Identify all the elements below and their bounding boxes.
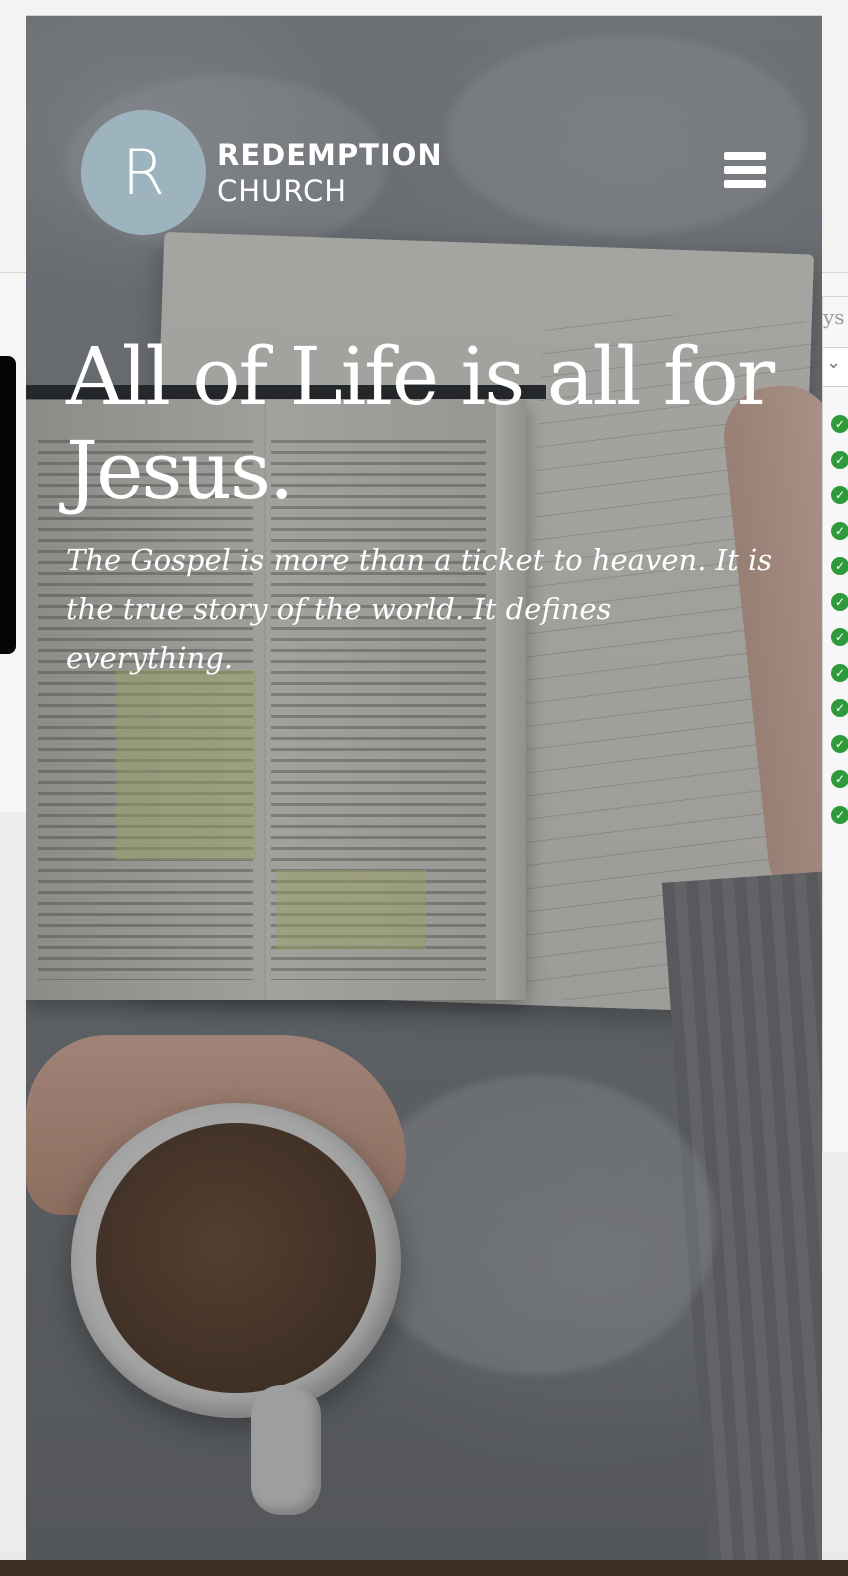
hero-image: [26, 15, 822, 1560]
hamburger-menu-icon[interactable]: [724, 150, 770, 190]
hero-subtitle: The Gospel is more than a ticket to heav…: [66, 543, 773, 675]
check-circle-icon: ✓: [831, 415, 848, 433]
check-circle-icon: ✓: [831, 450, 848, 469]
browser-window: R REDEMPTION CHURCH All of Life is all f…: [26, 0, 822, 1560]
hero-title: All of Life is all for Jesus.: [66, 330, 775, 517]
check-circle-icon: ✓: [831, 486, 848, 504]
church-name-line2: CHURCH: [217, 174, 348, 208]
check-circle-icon: ✓: [831, 521, 848, 540]
device-bezel: [0, 356, 16, 654]
chevron-down-icon: ⌄: [826, 352, 842, 372]
check-circle-icon: ✓: [831, 805, 848, 824]
background-bottom-strip: [0, 1560, 848, 1576]
check-circle-icon: ✓: [831, 628, 848, 646]
check-circle-icon: ✓: [831, 557, 848, 575]
church-name[interactable]: REDEMPTION CHURCH: [217, 138, 443, 210]
church-logo[interactable]: R: [81, 110, 206, 235]
check-circle-icon: ✓: [831, 734, 848, 753]
checklist: ✓ ✓ ✓ ✓ ✓ ✓ ✓ ✓ ✓ ✓ ✓ ✓: [831, 415, 848, 841]
window-title-bar: [26, 0, 822, 16]
background-dropdown[interactable]: ⌄: [823, 347, 848, 387]
check-circle-icon: ✓: [831, 663, 848, 682]
check-circle-icon: ✓: [831, 699, 848, 717]
check-circle-icon: ✓: [831, 770, 848, 788]
church-name-line1: REDEMPTION: [217, 138, 443, 172]
check-circle-icon: ✓: [831, 592, 848, 611]
background-window-panel: ys ⌄ ✓ ✓ ✓ ✓ ✓ ✓ ✓ ✓ ✓ ✓ ✓ ✓: [822, 296, 848, 1152]
background-partial-text: ys: [823, 305, 845, 329]
logo-mark: R: [121, 136, 166, 209]
